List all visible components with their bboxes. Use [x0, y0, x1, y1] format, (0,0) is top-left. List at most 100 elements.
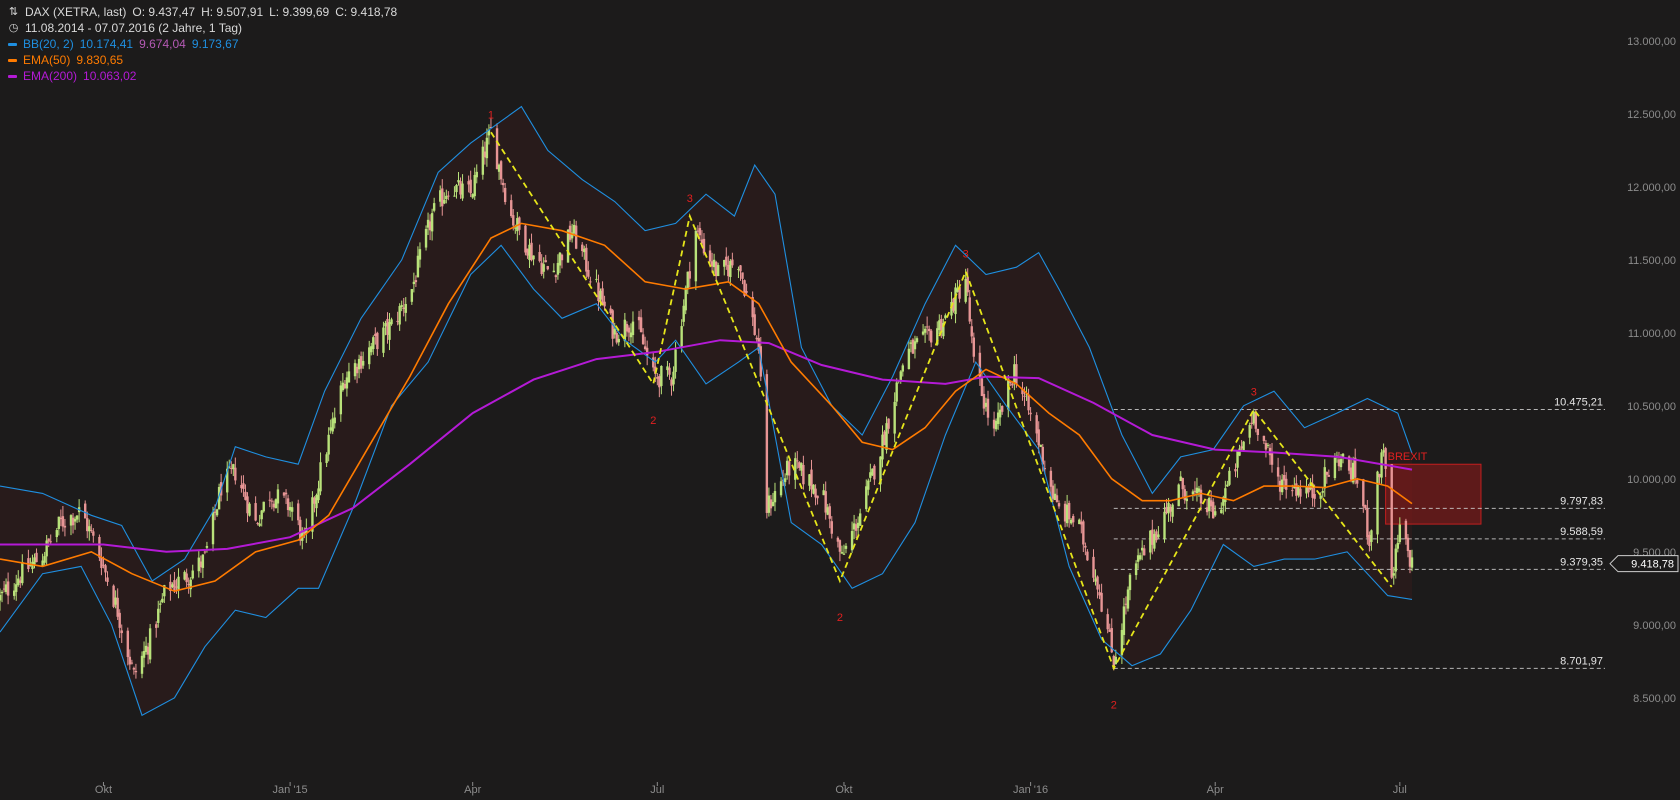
candle-body [1220, 509, 1223, 514]
legend-ema200-row[interactable]: EMA(200) 10.063,02 [6, 68, 145, 84]
candle-body [410, 289, 414, 302]
candle-body [1122, 606, 1126, 635]
candle-body [844, 545, 848, 549]
candle-body [915, 338, 919, 342]
candle-body [1171, 504, 1174, 517]
y-tick-label: 10.500,00 [1627, 401, 1676, 413]
candle-body [15, 584, 18, 592]
candle-body [929, 330, 933, 343]
candle-body [201, 554, 205, 568]
candle-body [1224, 488, 1227, 503]
candle-body [510, 200, 513, 217]
candle-body [21, 561, 24, 584]
pattern-point-label: 1 [488, 109, 494, 121]
candle-body [485, 137, 489, 159]
candle-body [63, 525, 67, 528]
candle-body [688, 271, 691, 279]
candle-body [1325, 471, 1328, 475]
candle-body [191, 570, 194, 579]
candle-body [680, 326, 683, 349]
candle-body [404, 304, 407, 313]
candle-body [1362, 479, 1365, 507]
candle-body [400, 305, 403, 307]
candle-body [1199, 489, 1203, 504]
candle-body [1392, 573, 1395, 576]
candle-body [617, 338, 620, 343]
ohlc-low: L: 9.399,69 [269, 5, 330, 19]
candle-body [262, 501, 265, 512]
candle-body [816, 495, 819, 499]
candle-body [290, 507, 294, 512]
candle-body [430, 213, 434, 232]
candle-body [1092, 556, 1095, 578]
candles-icon: ⇅ [8, 6, 19, 18]
candle-body [412, 281, 416, 285]
candle-body [1248, 425, 1251, 438]
candle-body [418, 249, 422, 260]
candle-body [1285, 478, 1288, 490]
candle-body [1323, 467, 1326, 489]
instrument-name: DAX (XETRA, last) [25, 5, 127, 19]
candle-body [1356, 480, 1359, 484]
candle-body [595, 278, 598, 280]
candle-body [1007, 378, 1010, 410]
candle-body [1027, 394, 1030, 411]
candle-body [469, 179, 472, 194]
candle-body [1238, 448, 1241, 456]
y-tick-label: 8.500,00 [1633, 693, 1676, 705]
candle-body [1256, 428, 1260, 435]
price-chart[interactable]: BREXIT 10.475,21 9.797,83 9.588,59 9.379,35 8… [0, 0, 1680, 800]
candle-body [1242, 441, 1245, 451]
chart-legend: ⇅ DAX (XETRA, last) O: 9.437,47 H: 9.507… [6, 4, 406, 84]
candle-body [432, 203, 436, 211]
candle-body [61, 516, 65, 527]
candle-body [242, 483, 245, 489]
candle-body [1185, 498, 1189, 502]
period-range: 11.08.2014 - 07.07.2016 (2 Jahre, 1 Tag) [25, 21, 243, 35]
candle-body [574, 225, 578, 249]
bb-upper-value: 10.174,41 [79, 37, 134, 51]
candle-body [0, 591, 4, 594]
candle-body [1211, 501, 1215, 519]
candle-body [1264, 443, 1268, 450]
candle-body [203, 551, 207, 553]
candle-body [234, 467, 237, 481]
candle-body [944, 315, 947, 319]
candle-body [538, 252, 541, 262]
legend-ema50-row[interactable]: EMA(50) 9.830,65 [6, 52, 132, 68]
candle-body [327, 434, 330, 455]
candle-body [49, 541, 52, 543]
candle-body [130, 662, 134, 664]
legend-bb-row[interactable]: BB(20, 2) 10.174,41 9.674,04 9.173,67 [6, 36, 247, 52]
candle-body [1037, 429, 1040, 446]
candle-body [1299, 488, 1302, 497]
candle-body [546, 266, 549, 270]
candle-body [205, 546, 209, 548]
candle-body [118, 612, 121, 628]
candle-body [1126, 589, 1130, 609]
candle-body [297, 503, 300, 521]
y-tick-label: 12.500,00 [1627, 109, 1676, 121]
candle-body [980, 378, 984, 396]
candle-body [828, 506, 831, 519]
candle-body [1214, 511, 1217, 516]
candle-body [1181, 478, 1184, 490]
candle-body [84, 503, 87, 519]
x-tick-label: Jul [1393, 784, 1407, 796]
candle-body [1406, 537, 1410, 552]
candle-body [35, 552, 38, 563]
y-tick-label: 11.000,00 [1628, 328, 1676, 340]
candle-body [258, 523, 261, 526]
candle-body [1366, 508, 1369, 538]
candle-body [771, 501, 775, 507]
candle-body [1057, 503, 1061, 507]
ohlc-high: H: 9.507,91 [201, 5, 264, 19]
candle-body [388, 322, 391, 340]
candle-body [447, 195, 450, 197]
candle-body [1319, 495, 1322, 499]
candle-body [215, 509, 219, 516]
candle-body [966, 277, 969, 293]
candle-body [802, 464, 805, 485]
candle-body [1327, 475, 1331, 477]
candle-body [631, 321, 635, 336]
